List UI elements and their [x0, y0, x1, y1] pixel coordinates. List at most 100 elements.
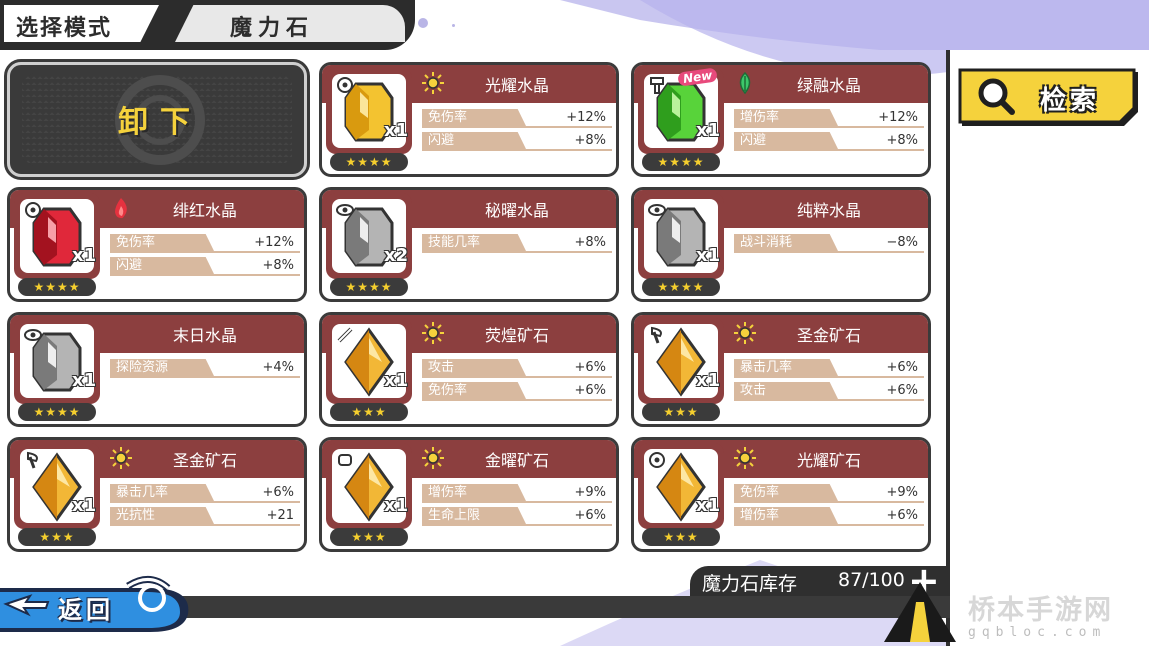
target-icon: [25, 202, 41, 218]
search-icon: [978, 78, 1015, 115]
stat-value: +8%: [574, 133, 606, 148]
stat-underline: [422, 376, 612, 378]
stat-underline: [110, 274, 300, 276]
stat-value: +6%: [574, 383, 606, 398]
search-label: 检索: [1040, 86, 1101, 116]
star-rating: ★★★: [330, 403, 408, 421]
stat-value: +21: [266, 508, 294, 523]
crystal-card[interactable]: x1 ★★★★ 纯粹水晶 战斗消耗 −8%: [631, 187, 931, 302]
stat-underline: [110, 501, 300, 503]
stat-label: 闪避: [740, 133, 767, 148]
stat-value: −8%: [886, 235, 918, 250]
crystal-card[interactable]: x2 ★★★★ 秘曜水晶 技能几率 +8%: [319, 187, 619, 302]
crystal-card[interactable]: x1 ★★★★ 绯红水晶 免伤率 +12% 闪避 +8%: [7, 187, 307, 302]
stat-row: 暴击几率 +6%: [734, 359, 924, 378]
crystal-name: 秘曜水晶: [484, 201, 549, 220]
sword-icon: [337, 327, 353, 343]
gem-quantity: x1: [384, 495, 409, 516]
eye-icon: [24, 329, 42, 341]
stat-value: +8%: [262, 258, 294, 273]
stat-row: 免伤率 +6%: [422, 382, 612, 401]
stat-value: +8%: [886, 133, 918, 148]
stat-row: 闪避 +8%: [110, 257, 300, 276]
stat-label: 免伤率: [116, 235, 156, 250]
bottom-bar: [170, 596, 950, 618]
stat-underline: [422, 501, 612, 503]
gem-frame: x1: [326, 68, 412, 154]
stat-underline: [110, 251, 300, 253]
stat-row: 增伤率 +12%: [734, 109, 924, 128]
page-title: 魔力石: [230, 16, 315, 41]
crystal-card[interactable]: x1 ★★★★ 末日水晶 探险资源 +4%: [7, 312, 307, 427]
axe-icon: [651, 326, 662, 344]
star-rating: ★★★: [18, 528, 96, 546]
back-button[interactable]: 返回: [0, 574, 192, 632]
star-rating: ★★★★: [18, 278, 96, 296]
gem-quantity: x1: [384, 120, 409, 141]
gem-quantity: x1: [696, 120, 721, 141]
page-title-box: 魔力石: [175, 5, 405, 42]
stat-label: 攻击: [740, 383, 767, 398]
stat-underline: [422, 126, 612, 128]
stat-label: 技能几率: [428, 235, 481, 250]
watermark-url: gqbloc.com: [968, 625, 1107, 640]
stat-underline: [422, 399, 612, 401]
stat-label: 免伤率: [740, 485, 780, 500]
stat-underline: [734, 126, 924, 128]
star-rating: ★★★: [642, 403, 720, 421]
stat-label: 增伤率: [740, 508, 780, 523]
stat-label: 免伤率: [428, 383, 468, 398]
stat-row: 暴击几率 +6%: [110, 484, 300, 503]
mode-select-tab[interactable]: 选择模式: [4, 5, 159, 42]
stat-value: +9%: [574, 485, 606, 500]
crystal-card[interactable]: x1 ★★★ 荧煌矿石 攻击 +6% 免伤率 +6%: [319, 312, 619, 427]
crystal-name: 绯红水晶: [172, 201, 237, 220]
crystal-name: 光耀水晶: [484, 76, 549, 95]
gem-frame: x2: [326, 193, 412, 279]
stat-value: +8%: [574, 235, 606, 250]
stat-row: 光抗性 +21: [110, 507, 300, 526]
gem-quantity: x1: [72, 370, 97, 391]
stat-row: 免伤率 +12%: [110, 234, 300, 253]
stat-underline: [422, 524, 612, 526]
gem-frame: x1: [326, 318, 412, 404]
crystal-card[interactable]: x1 ★★★★ 光耀水晶 免伤率 +12% 闪避 +8%: [319, 62, 619, 177]
crystal-name: 末日水晶: [172, 326, 237, 345]
stat-label: 生命上限: [428, 508, 481, 523]
crystal-name: 纯粹水晶: [796, 201, 861, 220]
star-rating: ★★★★: [330, 153, 408, 171]
fist-icon: [338, 454, 352, 466]
crystal-card[interactable]: x1 ★★★ 光耀矿石 免伤率 +9% 增伤率 +6%: [631, 437, 931, 552]
stat-underline: [110, 376, 300, 378]
stat-label: 探险资源: [116, 360, 169, 375]
search-button[interactable]: 检索: [958, 68, 1142, 128]
stat-row: 探险资源 +4%: [110, 359, 300, 378]
stat-value: +6%: [886, 383, 918, 398]
stat-label: 暴击几率: [116, 485, 169, 500]
crystal-name: 圣金矿石: [172, 451, 237, 470]
star-rating: ★★★★: [330, 278, 408, 296]
stat-row: 技能几率 +8%: [422, 234, 612, 253]
gem-frame: x1: [638, 193, 724, 279]
stat-value: +6%: [574, 360, 606, 375]
target-icon: [649, 452, 665, 468]
crystal-card[interactable]: x1 ★★★ 圣金矿石 暴击几率 +6% 攻击 +6%: [631, 312, 931, 427]
unequip-button[interactable]: 卸下: [4, 59, 310, 180]
stat-underline: [734, 251, 924, 253]
crystal-card[interactable]: x1 New ★★★★ 绿融水晶 增伤率 +12% 闪避 +8%: [631, 62, 931, 177]
axe-icon: [27, 451, 38, 469]
stat-row: 攻击 +6%: [422, 359, 612, 378]
hammer-icon: [650, 77, 664, 94]
star-rating: ★★★: [330, 528, 408, 546]
stat-label: 战斗消耗: [740, 235, 793, 250]
eye-icon: [336, 204, 354, 216]
stat-value: +12%: [566, 110, 606, 125]
crystal-card[interactable]: x1 ★★★ 圣金矿石 暴击几率 +6% 光抗性 +21: [7, 437, 307, 552]
stat-row: 增伤率 +6%: [734, 507, 924, 526]
star-rating: ★★★★: [642, 278, 720, 296]
stat-label: 增伤率: [740, 110, 780, 125]
stat-value: +6%: [574, 508, 606, 523]
gem-quantity: x1: [72, 245, 97, 266]
inventory-label: 魔力石库存: [702, 573, 798, 595]
crystal-card[interactable]: x1 ★★★ 金曜矿石 增伤率 +9% 生命上限 +6%: [319, 437, 619, 552]
